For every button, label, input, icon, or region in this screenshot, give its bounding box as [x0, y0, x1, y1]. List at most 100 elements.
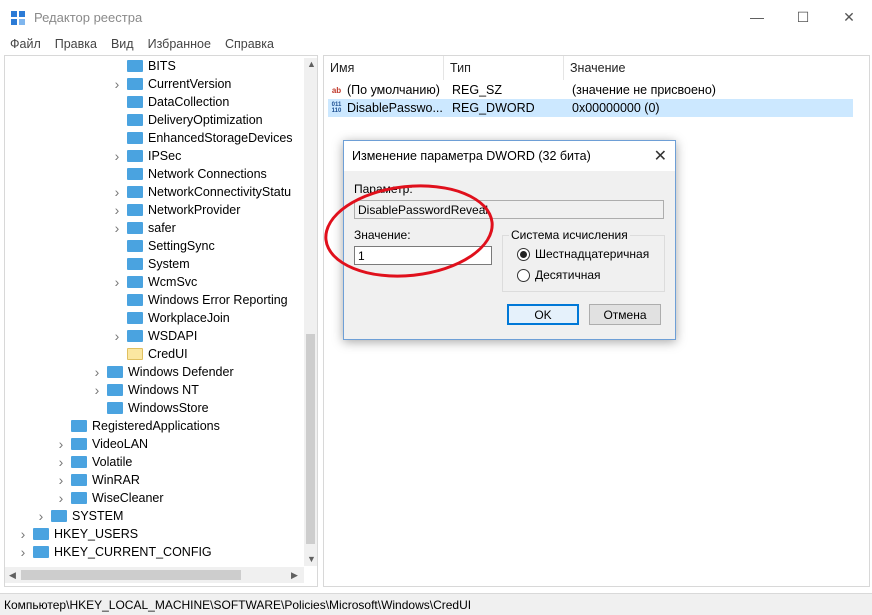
- tree-item[interactable]: › WinRAR: [55, 471, 140, 489]
- scroll-down-icon[interactable]: ▼: [307, 554, 316, 564]
- radio-hexadecimal[interactable]: Шестнадцатеричная: [517, 247, 649, 261]
- tree-item[interactable]: DeliveryOptimization: [111, 111, 263, 129]
- tree-item[interactable]: EnhancedStorageDevices: [111, 129, 293, 147]
- folder-icon: [107, 366, 123, 378]
- value-row-default[interactable]: ab (По умолчанию) REG_SZ (значение не при…: [328, 81, 853, 99]
- tree-item-label: WindowsStore: [128, 401, 209, 415]
- tree-item[interactable]: RegisteredApplications: [55, 417, 220, 435]
- scroll-up-icon[interactable]: ▲: [307, 59, 316, 69]
- column-name[interactable]: Имя: [324, 56, 444, 80]
- menu-help[interactable]: Справка: [225, 37, 274, 51]
- tree-item[interactable]: › VideoLAN: [55, 435, 148, 453]
- tree-item[interactable]: SettingSync: [111, 237, 215, 255]
- chevron-right-icon[interactable]: ›: [91, 364, 103, 380]
- chevron-right-icon[interactable]: ›: [55, 436, 67, 452]
- chevron-right-icon[interactable]: ›: [111, 184, 123, 200]
- tree-item[interactable]: › SYSTEM: [35, 507, 124, 525]
- chevron-right-icon[interactable]: ›: [17, 544, 29, 560]
- folder-icon: [127, 276, 143, 288]
- chevron-right-icon[interactable]: ›: [17, 526, 29, 542]
- tree-hscroll-thumb[interactable]: [21, 570, 241, 580]
- scroll-right-icon[interactable]: ▶: [291, 570, 298, 581]
- tree-item[interactable]: BITS: [111, 57, 176, 75]
- folder-icon: [71, 492, 87, 504]
- tree-item[interactable]: › Windows NT: [91, 381, 199, 399]
- tree-item[interactable]: CredUI: [111, 345, 188, 363]
- tree-item-label: WcmSvc: [148, 275, 198, 289]
- tree-item[interactable]: › Volatile: [55, 453, 133, 471]
- radio-selected-icon[interactable]: [517, 247, 530, 261]
- chevron-right-icon[interactable]: ›: [111, 202, 123, 218]
- menu-view[interactable]: Вид: [111, 37, 134, 51]
- menu-file[interactable]: Файл: [10, 37, 41, 51]
- tree-item[interactable]: › safer: [111, 219, 176, 237]
- folder-icon: [127, 258, 143, 270]
- tree-vertical-scrollbar[interactable]: ▲ ▼: [304, 58, 317, 566]
- dialog-title: Изменение параметра DWORD (32 бита): [352, 149, 591, 163]
- menu-favorites[interactable]: Избранное: [148, 37, 211, 51]
- value-row-disablepasswordreveal[interactable]: 011 110 DisablePasswo... REG_DWORD 0x0000…: [328, 99, 853, 117]
- tree-item-label: Network Connections: [148, 167, 267, 181]
- maximize-button[interactable]: ☐: [780, 0, 826, 34]
- chevron-right-icon[interactable]: ›: [111, 148, 123, 164]
- value-data: (значение не присвоено): [572, 83, 716, 97]
- tree-item-label: WiseCleaner: [92, 491, 164, 505]
- tree-item[interactable]: › HKEY_CURRENT_CONFIG: [17, 543, 212, 561]
- ok-button[interactable]: OK: [507, 304, 579, 325]
- tree-item[interactable]: DataCollection: [111, 93, 229, 111]
- tree-item[interactable]: › NetworkProvider: [111, 201, 241, 219]
- tree-item[interactable]: › WcmSvc: [111, 273, 198, 291]
- tree-item[interactable]: › CurrentVersion: [111, 75, 232, 93]
- chevron-right-icon[interactable]: ›: [91, 382, 103, 398]
- chevron-right-icon[interactable]: ›: [55, 472, 67, 488]
- scroll-left-icon[interactable]: ◀: [9, 570, 16, 581]
- tree-item-label: CurrentVersion: [148, 77, 232, 91]
- tree-item[interactable]: › WSDAPI: [111, 327, 198, 345]
- tree-horizontal-scrollbar[interactable]: ◀ ▶: [5, 567, 304, 583]
- tree-item[interactable]: System: [111, 255, 190, 273]
- tree-item[interactable]: Network Connections: [111, 165, 267, 183]
- tree-item[interactable]: WindowsStore: [91, 399, 209, 417]
- tree-item-label: Windows Error Reporting: [148, 293, 288, 307]
- cancel-button[interactable]: Отмена: [589, 304, 661, 325]
- radio-unselected-icon[interactable]: [517, 268, 530, 282]
- value-data: 0x00000000 (0): [572, 101, 660, 115]
- tree-item[interactable]: › WiseCleaner: [55, 489, 164, 507]
- chevron-right-icon[interactable]: ›: [111, 328, 123, 344]
- column-value[interactable]: Значение: [564, 56, 864, 80]
- menu-edit[interactable]: Правка: [55, 37, 97, 51]
- chevron-right-icon[interactable]: ›: [35, 508, 47, 524]
- registry-tree[interactable]: BITS › CurrentVersion DataCollection Deliver…: [4, 55, 318, 587]
- tree-item[interactable]: › IPSec: [111, 147, 182, 165]
- folder-icon: [71, 456, 87, 468]
- chevron-right-icon[interactable]: ›: [55, 454, 67, 470]
- chevron-right-icon[interactable]: ›: [111, 220, 123, 236]
- tree-item-label: RegisteredApplications: [92, 419, 220, 433]
- open-folder-icon: [127, 348, 143, 360]
- tree-item[interactable]: › HKEY_USERS: [17, 525, 138, 543]
- radio-decimal[interactable]: Десятичная: [517, 268, 601, 282]
- folder-icon: [127, 60, 143, 72]
- tree-item[interactable]: › Windows Defender: [91, 363, 234, 381]
- column-type[interactable]: Тип: [444, 56, 564, 80]
- tree-item[interactable]: WorkplaceJoin: [111, 309, 230, 327]
- value-label: Значение:: [354, 228, 411, 242]
- tree-vscroll-thumb[interactable]: [306, 334, 315, 544]
- folder-icon: [33, 546, 49, 558]
- folder-icon: [127, 240, 143, 252]
- chevron-right-icon[interactable]: ›: [111, 274, 123, 290]
- chevron-right-icon[interactable]: ›: [111, 76, 123, 92]
- value-name: DisablePasswo...: [347, 100, 443, 115]
- param-label: Параметр:: [354, 182, 413, 196]
- tree-item[interactable]: Windows Error Reporting: [111, 291, 288, 309]
- edit-dword-dialog: Изменение параметра DWORD (32 бита) ✕ Па…: [343, 140, 676, 340]
- radio-dec-label: Десятичная: [535, 268, 601, 282]
- dialog-close-button[interactable]: ✕: [654, 146, 667, 166]
- close-button[interactable]: ✕: [826, 0, 872, 34]
- value-input[interactable]: 1: [354, 246, 492, 265]
- tree-item[interactable]: › NetworkConnectivityStatu: [111, 183, 291, 201]
- window-title: Редактор реестра: [34, 10, 143, 25]
- tree-item-label: safer: [148, 221, 176, 235]
- minimize-button[interactable]: —: [734, 0, 780, 34]
- chevron-right-icon[interactable]: ›: [55, 490, 67, 506]
